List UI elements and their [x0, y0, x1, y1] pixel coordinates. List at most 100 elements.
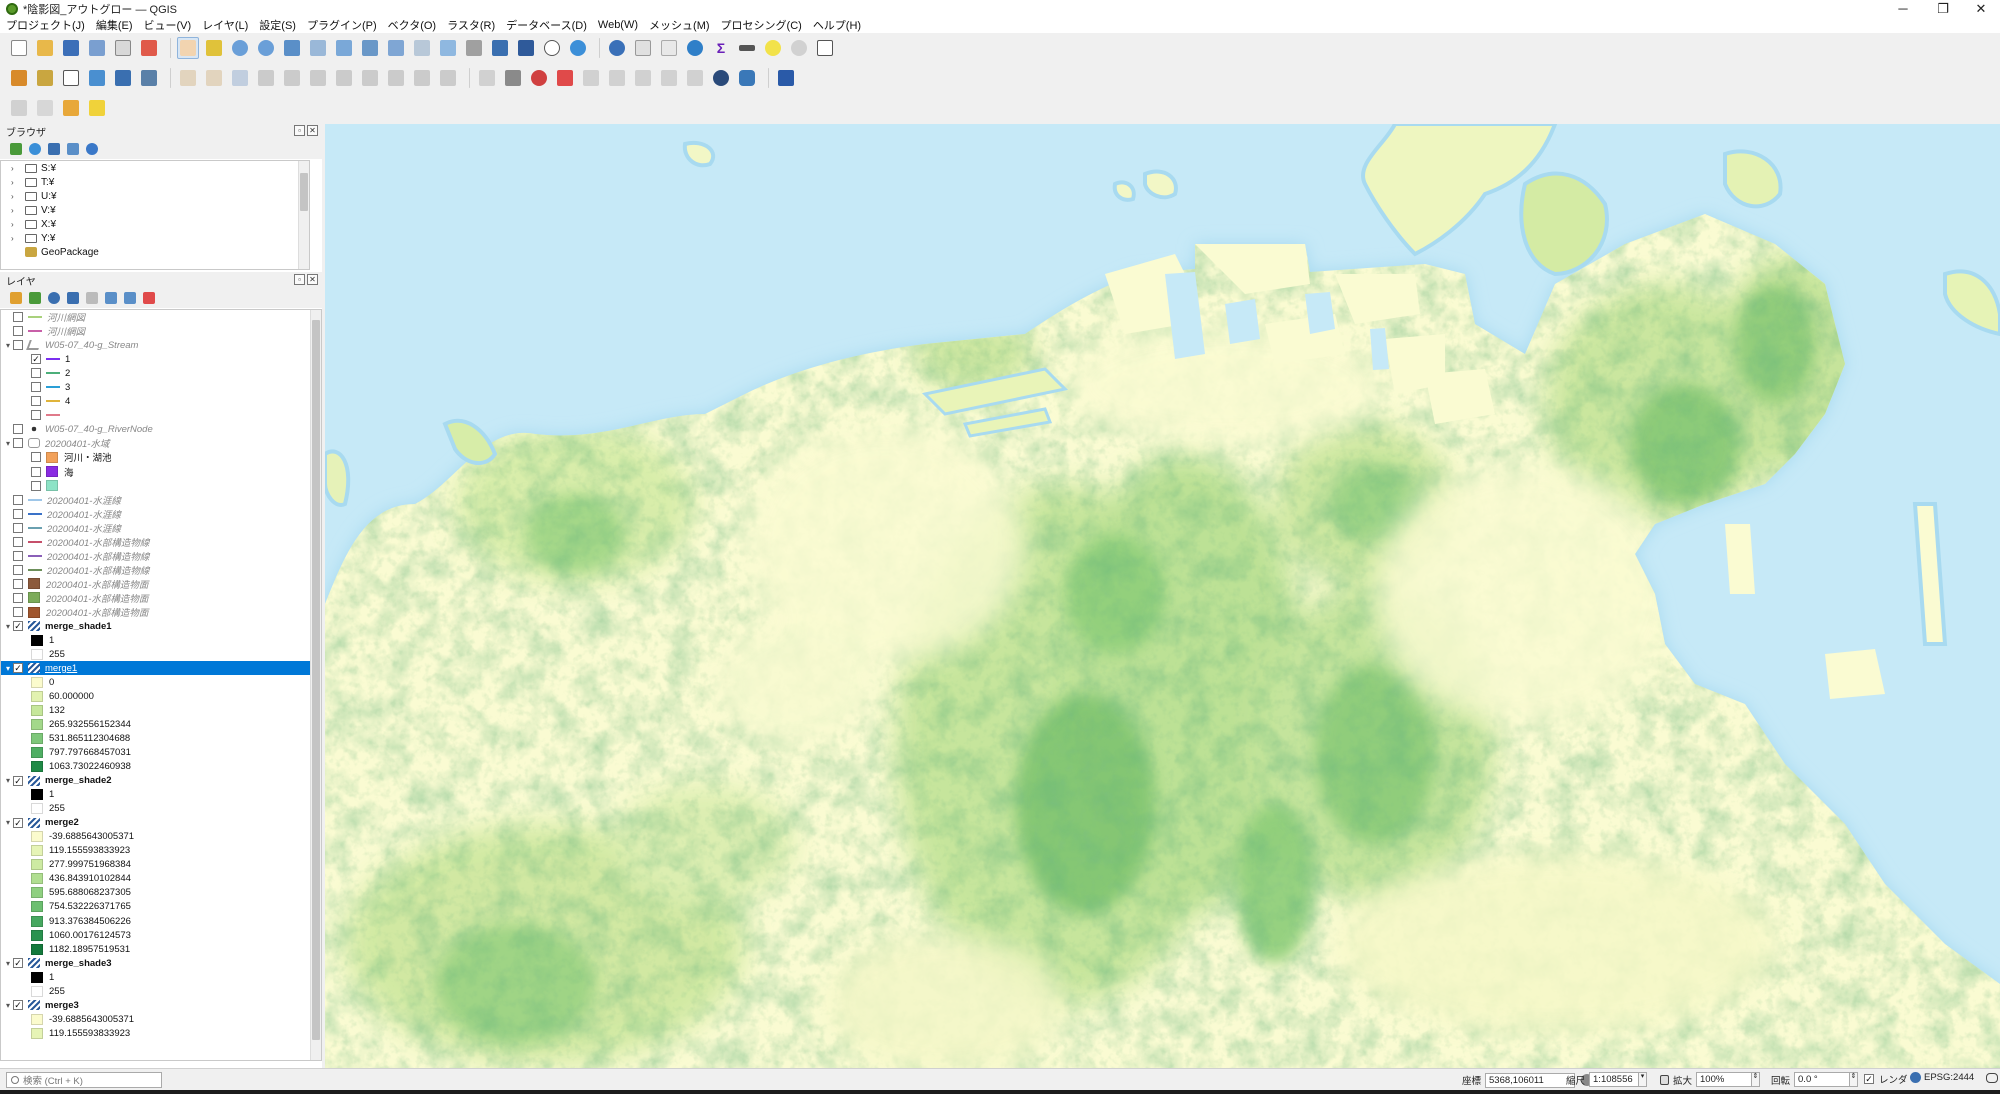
- legend-item[interactable]: 754.532226371765: [1, 900, 321, 914]
- measure-icon[interactable]: [736, 37, 758, 59]
- layer-visibility-checkbox[interactable]: ✓: [13, 1000, 23, 1011]
- legend-item[interactable]: 531.865112304688: [1, 731, 321, 745]
- zoom-in-icon[interactable]: [229, 37, 251, 59]
- layer-visibility-checkbox[interactable]: [31, 396, 41, 407]
- layer-visibility-checkbox[interactable]: [13, 592, 23, 603]
- layer-item[interactable]: 河川網図: [1, 310, 321, 324]
- zoom-native-icon[interactable]: [359, 37, 381, 59]
- edit-pencil-icon[interactable]: [177, 67, 199, 89]
- move-label-icon[interactable]: [632, 67, 654, 89]
- float-panel-icon[interactable]: ▫: [294, 274, 305, 285]
- expand-arrow-icon[interactable]: ▾: [3, 439, 13, 448]
- filter-legend-icon[interactable]: [67, 292, 79, 304]
- new-3d-view-icon[interactable]: [463, 37, 485, 59]
- zoom-selection-icon[interactable]: [307, 37, 329, 59]
- legend-item[interactable]: [1, 479, 321, 493]
- crs-label[interactable]: EPSG:2444: [1924, 1072, 1974, 1083]
- messages-icon[interactable]: [1986, 1072, 1999, 1083]
- browser-item[interactable]: › T:¥: [1, 175, 309, 189]
- lock-scale-icon[interactable]: [1660, 1074, 1669, 1085]
- digitize-icon[interactable]: [255, 67, 277, 89]
- label-highlight-icon[interactable]: [554, 67, 576, 89]
- browser-item[interactable]: GeoPackage: [1, 245, 309, 259]
- save-edits-icon[interactable]: [229, 67, 251, 89]
- coordinate-field[interactable]: 5368,106011: [1485, 1072, 1576, 1088]
- expand-arrow-icon[interactable]: ▾: [3, 959, 13, 968]
- layer-item[interactable]: ▾ ✓ merge3: [1, 998, 321, 1012]
- legend-item[interactable]: 0: [1, 675, 321, 689]
- identify-icon[interactable]: [606, 37, 628, 59]
- render-checkbox[interactable]: ✓: [1864, 1074, 1874, 1084]
- layer-item[interactable]: ▾ ✓ merge2: [1, 816, 321, 830]
- legend-item[interactable]: 60.000000: [1, 689, 321, 703]
- expand-arrow-icon[interactable]: ›: [11, 164, 19, 173]
- menu-web[interactable]: Web(W): [598, 19, 638, 31]
- expand-arrow-icon[interactable]: ›: [11, 192, 19, 201]
- layer-visibility-checkbox[interactable]: ✓: [13, 958, 23, 969]
- legend-item[interactable]: 河川・湖池: [1, 450, 321, 464]
- menu-layer[interactable]: レイヤ(L): [202, 17, 248, 33]
- layer-visibility-checkbox[interactable]: [13, 536, 23, 547]
- show-labels-icon[interactable]: [606, 67, 628, 89]
- layer-item[interactable]: 20200401-水部構造物線: [1, 563, 321, 577]
- expand-arrow-icon[interactable]: ▾: [3, 664, 13, 673]
- legend-item[interactable]: 1182.18957519531: [1, 942, 321, 956]
- legend-item[interactable]: 913.376384506226: [1, 914, 321, 928]
- deselect-icon[interactable]: [34, 97, 56, 119]
- layer-visibility-checkbox[interactable]: [13, 564, 23, 575]
- layer-item[interactable]: ▾ ✓ merge_shade1: [1, 619, 321, 633]
- style-panel-icon[interactable]: [10, 292, 22, 304]
- layer-item[interactable]: W05-07_40-g_RiverNode: [1, 422, 321, 436]
- zoom-last-icon[interactable]: [385, 37, 407, 59]
- refresh-icon[interactable]: [567, 37, 589, 59]
- layer-item[interactable]: 20200401-水部構造物線: [1, 535, 321, 549]
- locator-search-input[interactable]: 検索 (Ctrl + K): [6, 1071, 162, 1088]
- legend-item[interactable]: 1: [1, 788, 321, 802]
- new-bookmark-icon[interactable]: [489, 37, 511, 59]
- float-panel-icon[interactable]: ▫: [294, 125, 305, 136]
- layer-item[interactable]: ▾ 20200401-水域: [1, 436, 321, 450]
- remove-layer-icon[interactable]: [143, 292, 155, 304]
- layer-visibility-checkbox[interactable]: [31, 368, 41, 379]
- menu-plugins[interactable]: プラグイン(P): [307, 17, 377, 33]
- magnifier-field[interactable]: 100%: [1696, 1072, 1753, 1087]
- toggle-edit-icon[interactable]: [203, 67, 225, 89]
- expand-arrow-icon[interactable]: ▾: [3, 1001, 13, 1010]
- layer-visibility-checkbox[interactable]: [31, 466, 41, 477]
- browser-item[interactable]: › Y:¥: [1, 231, 309, 245]
- text-annotation-icon[interactable]: [814, 37, 836, 59]
- legend-item[interactable]: 1063.73022460938: [1, 760, 321, 774]
- expand-arrow-icon[interactable]: ›: [11, 220, 19, 229]
- refresh-browser-icon[interactable]: [29, 143, 41, 155]
- layer-visibility-checkbox[interactable]: [31, 382, 41, 393]
- layer-visibility-checkbox[interactable]: [13, 494, 23, 505]
- legend-item[interactable]: 2: [1, 366, 321, 380]
- layer-visibility-checkbox[interactable]: [13, 550, 23, 561]
- layer-item[interactable]: 20200401-水涯線: [1, 493, 321, 507]
- zoom-out-icon[interactable]: [255, 37, 277, 59]
- layer-item[interactable]: 20200401-水部構造物面: [1, 591, 321, 605]
- browser-item[interactable]: › X:¥: [1, 217, 309, 231]
- crs-globe-icon[interactable]: [1910, 1072, 1921, 1083]
- legend-item[interactable]: 132: [1, 703, 321, 717]
- close-panel-icon[interactable]: ✕: [307, 125, 318, 136]
- legend-item[interactable]: -39.6885643005371: [1, 1012, 321, 1026]
- scale-field[interactable]: 1:108556: [1589, 1072, 1640, 1087]
- python-console-icon[interactable]: [736, 67, 758, 89]
- legend-item[interactable]: 277.999751968384: [1, 858, 321, 872]
- add-selected-icon[interactable]: [10, 143, 22, 155]
- legend-item[interactable]: 1060.00176124573: [1, 928, 321, 942]
- label-toolbar-icon[interactable]: [502, 67, 524, 89]
- layer-visibility-checkbox[interactable]: [31, 410, 41, 421]
- layer-item[interactable]: 20200401-水部構造物面: [1, 605, 321, 619]
- expand-arrow-icon[interactable]: ›: [11, 178, 19, 187]
- layer-item[interactable]: 20200401-水部構造物面: [1, 577, 321, 591]
- expand-arrow-icon[interactable]: ▾: [3, 776, 13, 785]
- legend-item[interactable]: ✓ 1: [1, 352, 321, 366]
- layer-visibility-checkbox[interactable]: ✓: [13, 663, 23, 674]
- expand-all-icon[interactable]: [105, 292, 117, 304]
- legend-item[interactable]: 4: [1, 394, 321, 408]
- layer-item[interactable]: 20200401-水涯線: [1, 521, 321, 535]
- layer-visibility-checkbox[interactable]: [13, 578, 23, 589]
- add-db-icon[interactable]: [112, 67, 134, 89]
